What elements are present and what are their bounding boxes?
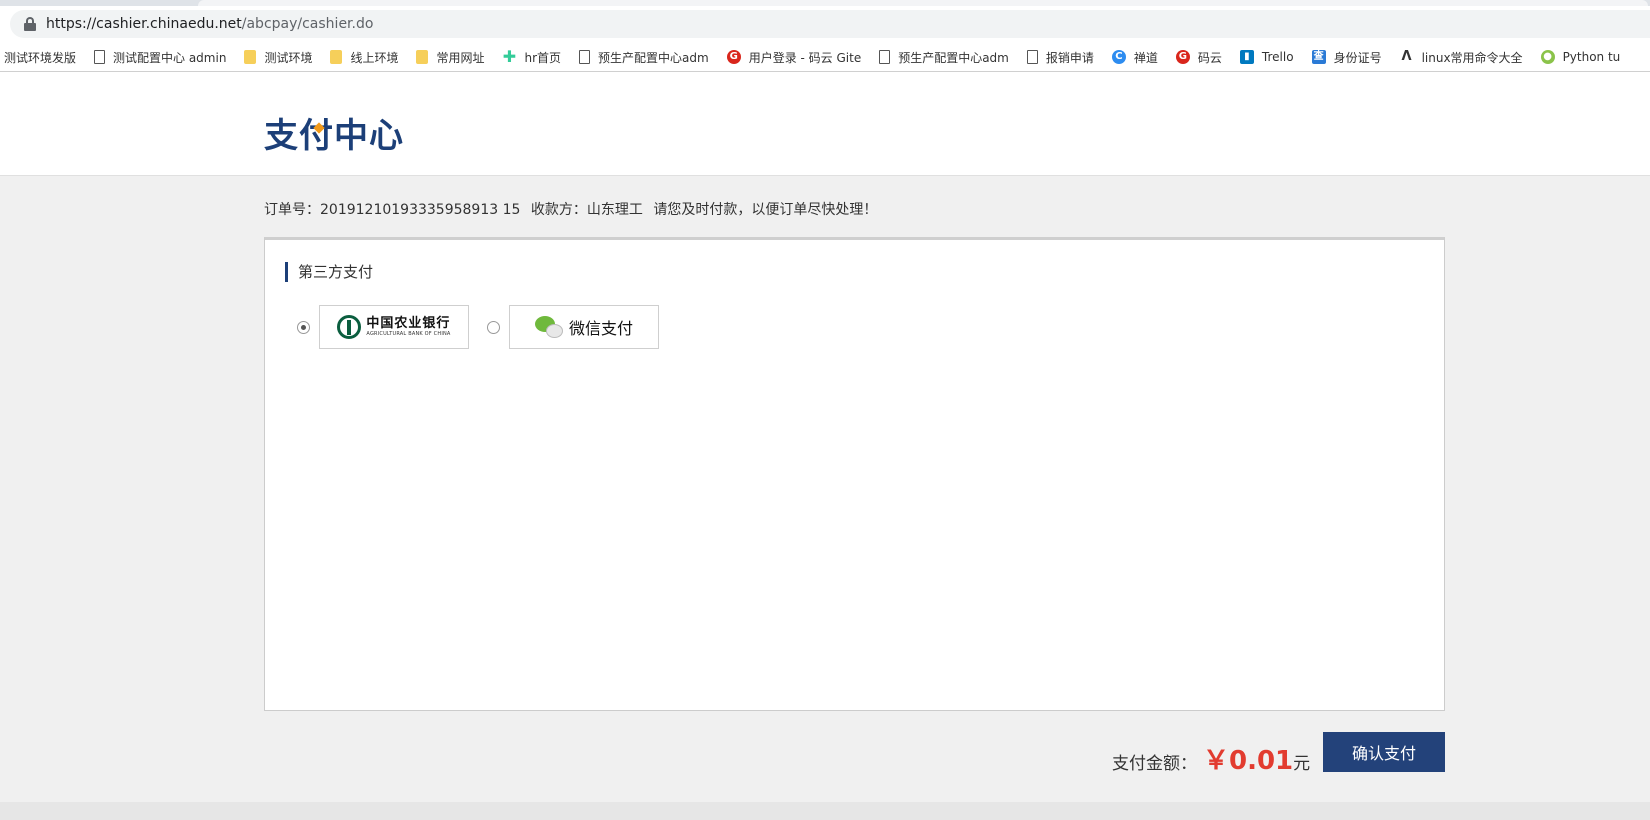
bookmark-label: Python tu bbox=[1562, 50, 1621, 64]
address-bar: https://cashier.chinaedu.net/abcpay/cash… bbox=[0, 6, 1650, 42]
lock-icon[interactable] bbox=[24, 17, 36, 31]
url-input[interactable]: https://cashier.chinaedu.net/abcpay/cash… bbox=[10, 10, 1650, 38]
radio-abc-bank[interactable] bbox=[297, 320, 310, 334]
bookmark-label: 常用网址 bbox=[436, 50, 485, 65]
wechat-icon bbox=[534, 314, 565, 340]
bookmark-item[interactable]: ▮ Trello bbox=[1239, 50, 1294, 64]
bookmark-label: 测试配置中心 admin bbox=[113, 50, 227, 65]
site-header: 支付中心 bbox=[0, 72, 1650, 176]
wechat-pay-name: 微信支付 bbox=[568, 319, 633, 338]
payment-panel: 第三方支付 中国农业银行 AGRICULTURAL BANK OF CHINA … bbox=[264, 237, 1445, 711]
abc-emblem-icon bbox=[337, 315, 362, 339]
bookmark-item[interactable]: G 用户登录 - 码云 Gite bbox=[726, 49, 862, 66]
plus-icon: ✚ bbox=[502, 47, 517, 66]
bookmark-label: hr首页 bbox=[524, 50, 562, 65]
payee-name: 山东理工 bbox=[586, 202, 643, 218]
bookmark-label: linux常用命令大全 bbox=[1421, 50, 1523, 65]
folder-icon bbox=[330, 50, 343, 64]
confirm-pay-button[interactable]: 确认支付 bbox=[1323, 732, 1445, 772]
bookmark-label: 预生产配置中心adm bbox=[598, 50, 709, 65]
bookmark-item[interactable]: C 禅道 bbox=[1111, 49, 1158, 66]
bookmark-label: Trello bbox=[1261, 50, 1294, 64]
bookmark-label: 身份证号 bbox=[1333, 50, 1382, 65]
amount-label: 支付金额： bbox=[1112, 754, 1197, 774]
page-icon bbox=[879, 50, 891, 64]
order-number-label: 订单号： bbox=[264, 202, 320, 218]
bookmarks-list: 测试环境发版 测试配置中心 admin 测试环境 线上环境 常用网址 ✚ hr首页 预生产配置… bbox=[0, 42, 1650, 71]
bookmark-label: 预生产配置中心adm bbox=[898, 50, 1009, 65]
id-icon: 查 bbox=[1311, 50, 1326, 64]
radio-wechat-pay[interactable] bbox=[487, 320, 500, 334]
folder-icon bbox=[244, 50, 257, 64]
footer-strip bbox=[0, 802, 1650, 820]
bookmark-item[interactable]: G 码云 bbox=[1175, 49, 1222, 66]
bookmark-item[interactable]: 常用网址 bbox=[416, 49, 484, 66]
bookmark-label: 码云 bbox=[1197, 50, 1222, 65]
bookmark-item[interactable]: ● Python tu bbox=[1540, 50, 1621, 64]
page-icon bbox=[579, 50, 591, 64]
trello-icon: ▮ bbox=[1239, 50, 1254, 64]
bookmark-item[interactable]: 查身份证号 bbox=[1311, 49, 1382, 66]
abc-bank-logo-box[interactable]: 中国农业银行 AGRICULTURAL BANK OF CHINA bbox=[319, 305, 469, 349]
gitee-icon: G bbox=[726, 50, 741, 64]
bookmark-item[interactable]: 测试环境发版 bbox=[4, 49, 76, 66]
bookmark-label: 测试环境 bbox=[264, 50, 313, 65]
bookmark-item[interactable]: Ʌlinux常用命令大全 bbox=[1400, 49, 1523, 66]
bookmark-label: 禅道 bbox=[1133, 50, 1158, 65]
bookmark-label: 线上环境 bbox=[350, 50, 399, 65]
page-icon bbox=[1026, 50, 1038, 64]
bookmark-label: 用户登录 - 码云 Gite bbox=[748, 50, 862, 65]
payee-label: 收款方： bbox=[530, 202, 587, 218]
abc-bank-name: 中国农业银行 bbox=[366, 316, 451, 331]
bookmark-label: 报销申请 bbox=[1045, 50, 1094, 65]
url-host: https://cashier.chinaedu.net bbox=[46, 16, 242, 32]
abc-bank-subtitle: AGRICULTURAL BANK OF CHINA bbox=[366, 331, 451, 337]
order-number: 20191210193335958913 15 bbox=[320, 202, 521, 218]
chandao-icon: C bbox=[1111, 50, 1126, 64]
site-logo[interactable]: 支付中心 bbox=[264, 108, 404, 157]
order-info: 订单号：20191210193335958913 15 收款方：山东理工 请您及… bbox=[264, 199, 883, 219]
wechat-pay-logo: 微信支付 bbox=[534, 314, 633, 340]
bookmark-item[interactable]: ✚ hr首页 bbox=[502, 49, 561, 66]
url-path: /abcpay/cashier.do bbox=[241, 16, 374, 32]
section-title-third-party: 第三方支付 bbox=[285, 262, 373, 282]
bookmark-label: 测试环境发版 bbox=[4, 50, 77, 65]
bookmark-item[interactable]: 预生产配置中心adm bbox=[579, 49, 709, 66]
payment-notice: 请您及时付款，以便订单尽快处理！ bbox=[653, 202, 878, 218]
gitee-icon: G bbox=[1175, 50, 1190, 64]
amount-unit: 元 bbox=[1293, 754, 1311, 774]
bookmarks-bar: 测试环境发版 测试配置中心 admin 测试环境 线上环境 常用网址 ✚ hr首页 预生产配置… bbox=[0, 42, 1650, 72]
abc-bank-logo: 中国农业银行 AGRICULTURAL BANK OF CHINA bbox=[337, 315, 450, 339]
bookmark-item[interactable]: 报销申请 bbox=[1026, 49, 1094, 66]
option-abc-bank[interactable]: 中国农业银行 AGRICULTURAL BANK OF CHINA bbox=[297, 305, 469, 349]
option-wechat-pay[interactable]: 微信支付 bbox=[487, 305, 659, 349]
bookmark-item[interactable]: 测试配置中心 admin bbox=[94, 49, 226, 66]
linux-icon: Ʌ bbox=[1401, 49, 1412, 64]
bookmark-item[interactable]: 线上环境 bbox=[330, 49, 398, 66]
page-icon bbox=[94, 50, 106, 64]
folder-icon bbox=[416, 50, 429, 64]
amount-area: 支付金额： ￥0.01 元 bbox=[1112, 740, 1310, 777]
wechat-pay-logo-box[interactable]: 微信支付 bbox=[509, 305, 659, 349]
bookmark-item[interactable]: 测试环境 bbox=[244, 49, 312, 66]
bookmark-item[interactable]: 预生产配置中心adm bbox=[879, 49, 1009, 66]
url-text[interactable]: https://cashier.chinaedu.net/abcpay/cash… bbox=[46, 16, 373, 32]
abc-logo-text: 中国农业银行 AGRICULTURAL BANK OF CHINA bbox=[366, 316, 450, 338]
amount-value: ￥0.01 bbox=[1203, 746, 1294, 776]
python-icon: ● bbox=[1540, 50, 1555, 64]
